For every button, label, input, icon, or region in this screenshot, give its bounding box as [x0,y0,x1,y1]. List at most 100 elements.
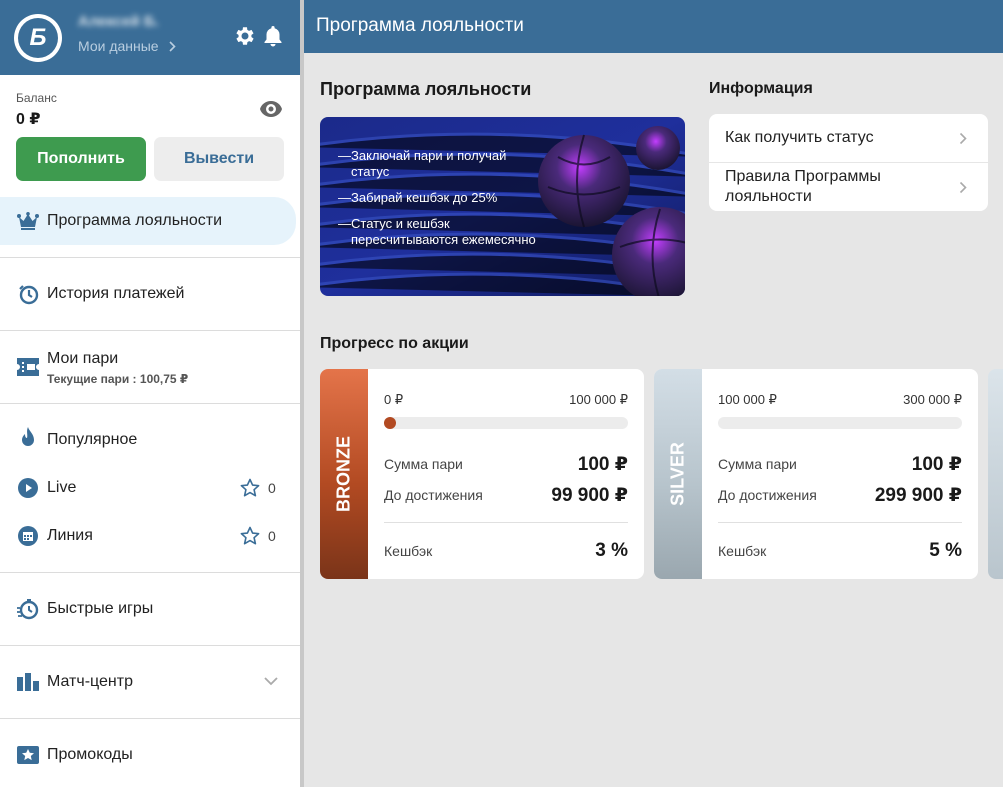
current-bets-value: Текущие пари : 100,75 ₽ [47,372,189,386]
cashback-value: 5 % [929,540,962,561]
progress-bar [384,417,628,429]
sidebar-item-line[interactable]: Линия 0 [0,512,300,560]
sidebar-item-label: Популярное [47,431,138,448]
line-favorites-count: 0 [268,528,276,544]
chevron-right-icon [169,40,176,52]
flame-icon [17,427,39,450]
level-name: SILVER [667,442,688,506]
sidebar-item-loyalty[interactable]: Программа лояльности [0,197,296,245]
page-title: Программа лояльности [316,15,524,36]
section-title: Программа лояльности [320,79,532,99]
sidebar-item-my-bets[interactable]: Мои пари Текущие пари : 100,75 ₽ [0,340,300,398]
loyalty-banner[interactable]: Заключай пари и получай статус Забирай к… [320,117,685,296]
to-reach-label: До достижения [718,487,817,503]
range-from: 0 ₽ [384,392,404,407]
divider [0,257,300,258]
sidebar-item-promo[interactable]: Промокоды [0,731,300,779]
divider [0,572,300,573]
eye-icon[interactable] [259,100,283,118]
cashback-label: Кешбэк [384,543,433,559]
stopwatch-icon [17,283,39,305]
info-item-label: Правила Программы лояльности [725,168,881,205]
range-from: 100 000 ₽ [718,392,777,407]
banner-bullets: Заключай пари и получай статус Забирай к… [338,148,538,258]
sidebar-item-live[interactable]: Live 0 [0,464,300,512]
calendar-icon [17,525,39,547]
star-icon [240,526,260,545]
progress-title: Прогресс по акции [320,335,469,352]
sidebar-item-popular[interactable]: Популярное [0,416,300,464]
to-reach-label: До достижения [384,487,483,503]
banner-bullet: Забирай кешбэк до 25% [338,190,538,206]
info-item-how-to-get-status[interactable]: Как получить статус [709,114,988,162]
sidebar-item-label: Быстрые игры [47,600,154,617]
bell-icon[interactable] [262,24,284,48]
balance-label: Баланс [16,91,57,105]
sidebar-item-payments[interactable]: История платежей [0,270,300,318]
sidebar: Б Алексей Б. Мои данные Баланс 0 ₽ Попол… [0,0,300,787]
cashback-label: Кешбэк [718,543,767,559]
to-reach-value: 299 900 ₽ [874,485,962,506]
sidebar-item-label: Live [47,479,77,496]
withdraw-button[interactable]: Вывести [154,137,284,181]
sidebar-item-label: Матч-центр [47,673,133,690]
sidebar-item-label: История платежей [47,285,185,302]
divider [0,645,300,646]
info-card: Как получить статус Правила Программы ло… [709,114,988,211]
divider [0,330,300,331]
bet-sum-value: 100 ₽ [911,454,962,475]
crown-icon [17,210,39,232]
banner-bullet: Заключай пари и получай статус [338,148,538,180]
chevron-right-icon [959,132,967,145]
chevron-down-icon[interactable] [264,677,278,686]
level-card-bronze[interactable]: BRONZE 0 ₽ 100 000 ₽ Сумма пари 100 ₽ До… [320,369,644,579]
sidebar-item-label: Промокоды [47,746,133,763]
bet-sum-value: 100 ₽ [577,454,628,475]
play-circle-icon [17,477,39,499]
info-item-rules[interactable]: Правила Программы лояльности [709,163,988,211]
sidebar-item-match-center[interactable]: Матч-центр [0,658,300,706]
range-to: 300 000 ₽ [903,392,962,407]
divider [0,403,300,404]
info-item-label: Как получить статус [725,129,874,146]
divider [718,522,962,523]
my-data-label: Мои данные [78,38,159,54]
bet-sum-label: Сумма пари [718,456,797,472]
level-card-next[interactable] [988,369,1003,579]
promo-ticket-icon [17,744,39,766]
divider [384,522,628,523]
live-favorites[interactable]: 0 [240,478,276,498]
gear-icon[interactable] [233,24,257,48]
cashback-value: 3 % [595,540,628,561]
banner-bullet: Статус и кешбэк пересчитываются ежемесяч… [338,216,538,248]
progress-fill [384,417,396,429]
logo-letter: Б [18,18,58,58]
fonbet-logo[interactable]: Б [14,14,62,62]
balance-value: 0 ₽ [16,111,41,128]
ticket-icon [17,356,39,378]
progress-bar [718,417,962,429]
star-icon [240,478,260,497]
sidebar-item-label: Линия [47,527,93,544]
my-data-link[interactable]: Мои данные [78,38,176,54]
top-bar: Программа лояльности [304,0,1003,53]
line-favorites[interactable]: 0 [240,526,276,546]
profile-header: Б Алексей Б. Мои данные [0,0,300,75]
level-card-silver[interactable]: SILVER 100 000 ₽ 300 000 ₽ Сумма пари 10… [654,369,978,579]
live-favorites-count: 0 [268,480,276,496]
sidebar-item-label: Мои пари [47,350,119,367]
sidebar-item-label: Программа лояльности [47,212,223,229]
user-name: Алексей Б. [78,13,159,30]
sidebar-item-fast-games[interactable]: Быстрые игры [0,585,300,633]
deposit-button[interactable]: Пополнить [16,137,146,181]
bet-sum-label: Сумма пари [384,456,463,472]
chevron-right-icon [959,181,967,194]
range-to: 100 000 ₽ [569,392,628,407]
level-name: BRONZE [333,436,354,512]
sidebar-border [300,0,304,787]
info-title: Информация [709,80,813,97]
to-reach-value: 99 900 ₽ [551,485,628,506]
divider [0,718,300,719]
stats-icon [17,671,39,693]
fast-stopwatch-icon [17,598,39,620]
